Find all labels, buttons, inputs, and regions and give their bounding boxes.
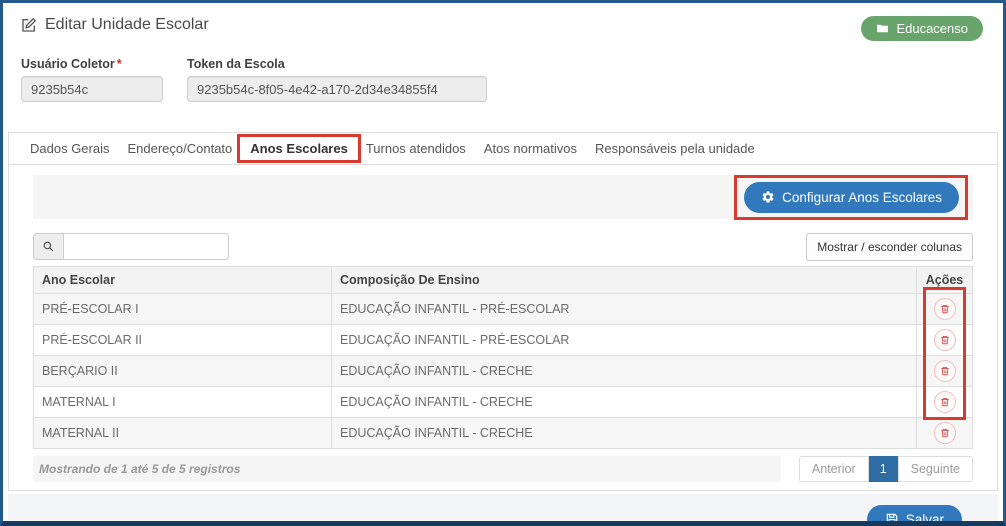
pagination: Anterior 1 Seguinte (799, 456, 973, 482)
cell-composicao: EDUCAÇÃO INFANTIL - PRÉ-ESCOLAR (332, 325, 917, 356)
anos-escolares-table: Ano Escolar Composição De Ensino Ações P… (33, 266, 973, 449)
table-row: MATERNAL IEDUCAÇÃO INFANTIL - CRECHE (34, 387, 973, 418)
cell-ano-escolar: MATERNAL II (34, 418, 332, 449)
tab-anos-escolares[interactable]: Anos Escolares (241, 134, 357, 163)
folder-icon (876, 22, 889, 35)
cell-ano-escolar: PRÉ-ESCOLAR I (34, 294, 332, 325)
cell-ano-escolar: BERÇARIO II (34, 356, 332, 387)
page-header: Editar Unidade Escolar Educacenso (3, 3, 1003, 41)
delete-row-button[interactable] (934, 391, 956, 413)
tab-dados-gerais[interactable]: Dados Gerais (21, 134, 118, 163)
cell-ano-escolar: PRÉ-ESCOLAR II (34, 325, 332, 356)
gear-icon (761, 190, 775, 204)
tab-bar: Dados Gerais Endereço/Contato Anos Escol… (9, 133, 997, 165)
table-header-row: Ano Escolar Composição De Ensino Ações (34, 267, 973, 294)
required-asterisk: * (117, 57, 122, 71)
delete-row-button[interactable] (934, 360, 956, 382)
trash-icon (940, 397, 950, 407)
trash-icon (940, 304, 950, 314)
table-body: PRÉ-ESCOLAR IEDUCAÇÃO INFANTIL - PRÉ-ESC… (34, 294, 973, 449)
usuario-coletor-label: Usuário Coletor* (21, 57, 163, 71)
configurar-anos-escolares-button[interactable]: Configurar Anos Escolares (744, 182, 959, 213)
cell-composicao: EDUCAÇÃO INFANTIL - CRECHE (332, 418, 917, 449)
page-title: Editar Unidade Escolar (21, 16, 209, 34)
column-header-ano-escolar[interactable]: Ano Escolar (34, 267, 332, 294)
cell-composicao: EDUCAÇÃO INFANTIL - PRÉ-ESCOLAR (332, 294, 917, 325)
column-header-acoes: Ações (917, 267, 973, 294)
search-icon (42, 240, 55, 253)
tab-turnos-atendidos[interactable]: Turnos atendidos (357, 134, 475, 163)
tab-panel: Dados Gerais Endereço/Contato Anos Escol… (8, 132, 998, 491)
save-icon (885, 512, 899, 526)
token-escola-input[interactable] (187, 76, 487, 102)
records-info: Mostrando de 1 até 5 de 5 registros (33, 456, 781, 482)
tab-endereco-contato[interactable]: Endereço/Contato (118, 134, 241, 163)
tab-responsaveis[interactable]: Responsáveis pela unidade (586, 134, 764, 163)
pagination-next-button[interactable]: Seguinte (898, 456, 973, 482)
delete-row-button[interactable] (934, 422, 956, 444)
cell-ano-escolar: MATERNAL I (34, 387, 332, 418)
cell-composicao: EDUCAÇÃO INFANTIL - CRECHE (332, 356, 917, 387)
edit-school-unit-window: Editar Unidade Escolar Educacenso Usuári… (0, 0, 1006, 526)
save-button[interactable]: Salvar (867, 505, 962, 526)
toggle-columns-button[interactable]: Mostrar / esconder colunas (806, 233, 973, 261)
footer-band: Salvar (8, 494, 998, 526)
table-row: PRÉ-ESCOLAR IIEDUCAÇÃO INFANTIL - PRÉ-ES… (34, 325, 973, 356)
pagination-previous-button[interactable]: Anterior (799, 456, 869, 482)
table-row: MATERNAL IIEDUCAÇÃO INFANTIL - CRECHE (34, 418, 973, 449)
delete-row-button[interactable] (934, 329, 956, 351)
edit-icon (21, 17, 37, 33)
trash-icon (940, 428, 950, 438)
pagination-page-1-button[interactable]: 1 (869, 456, 898, 482)
trash-icon (940, 335, 950, 345)
cell-composicao: EDUCAÇÃO INFANTIL - CRECHE (332, 387, 917, 418)
table-controls: Mostrar / esconder colunas (33, 233, 973, 261)
table-row: PRÉ-ESCOLAR IEDUCAÇÃO INFANTIL - PRÉ-ESC… (34, 294, 973, 325)
search-group (33, 233, 229, 260)
table-wrap: Ano Escolar Composição De Ensino Ações P… (33, 266, 973, 449)
search-addon (33, 233, 63, 260)
table-footer: Mostrando de 1 até 5 de 5 registros Ante… (33, 456, 973, 482)
tab-atos-normativos[interactable]: Atos normativos (475, 134, 586, 163)
search-input[interactable] (63, 233, 229, 260)
table-row: BERÇARIO IIEDUCAÇÃO INFANTIL - CRECHE (34, 356, 973, 387)
usuario-coletor-input[interactable] (21, 76, 163, 102)
page-title-text: Editar Unidade Escolar (45, 16, 209, 34)
usuario-coletor-field-group: Usuário Coletor* (21, 57, 163, 102)
toolbar: Configurar Anos Escolares (33, 175, 973, 219)
educacenso-button[interactable]: Educacenso (861, 16, 983, 41)
token-escola-field-group: Token da Escola (187, 57, 487, 102)
delete-row-button[interactable] (934, 298, 956, 320)
form-row: Usuário Coletor* Token da Escola (3, 41, 1003, 102)
trash-icon (940, 366, 950, 376)
token-escola-label: Token da Escola (187, 57, 487, 71)
column-header-composicao[interactable]: Composição De Ensino (332, 267, 917, 294)
tab-content-anos-escolares: Configurar Anos Escolares Mostrar / (9, 165, 997, 490)
